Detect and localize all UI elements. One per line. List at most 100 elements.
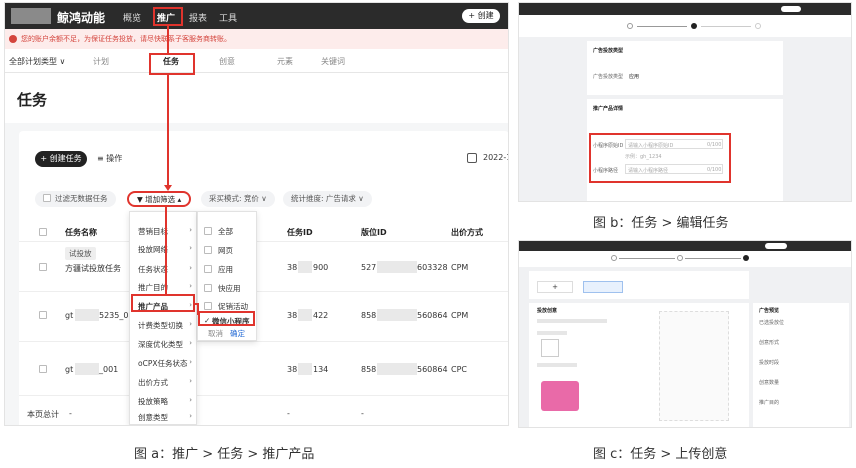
- filter-no-data-label: 过滤无数据任务: [55, 194, 108, 203]
- add-filter-button[interactable]: ▼ 增加筛选 ▴: [127, 191, 192, 207]
- section-creative: 投放创意: [537, 308, 558, 314]
- redacted-mask: [377, 261, 417, 273]
- header-slot-id: 版位ID: [361, 228, 387, 237]
- task-name-suffix[interactable]: _001: [99, 365, 118, 374]
- date-range[interactable]: 2022-12: [483, 153, 508, 162]
- menu-item[interactable]: 计费类型切换: [138, 320, 183, 331]
- arrow-line: [197, 303, 199, 315]
- stat-dimension-filter[interactable]: 统计维度: 广告请求 ∨: [283, 191, 372, 207]
- redacted-mask: [377, 309, 417, 321]
- option-checkbox[interactable]: [204, 284, 212, 292]
- option-checkbox[interactable]: [204, 246, 212, 254]
- menu-item[interactable]: 投放网络: [138, 244, 168, 255]
- bid-method: CPC: [451, 365, 467, 374]
- slot-id-prefix: 527: [361, 263, 377, 272]
- task-name-prefix[interactable]: gt: [65, 311, 73, 320]
- divider: [19, 341, 508, 342]
- page-title: 任务: [17, 91, 48, 109]
- chevron-right-icon: ›: [189, 282, 192, 290]
- caption-b: 图 b：任务 > 编辑任务: [593, 216, 729, 231]
- tab-keyword[interactable]: 关键词: [321, 56, 345, 67]
- menu-item[interactable]: 投放策略: [138, 396, 168, 407]
- plan-type-filter[interactable]: 全部计划类型 ∨: [9, 56, 65, 67]
- preview-item: 创意形式: [759, 340, 780, 346]
- preview-item: 推广目的: [759, 400, 780, 406]
- task-id-prefix: 38: [287, 365, 298, 374]
- highlight-promoted-product: [131, 294, 195, 312]
- redacted-mask: [377, 363, 417, 375]
- nav-reports[interactable]: 报表: [189, 11, 207, 24]
- tab-creative[interactable]: 创意: [219, 56, 235, 67]
- miniprogram-id-placeholder: 请输入小程序原始ID: [628, 143, 674, 149]
- option-webpage[interactable]: 网页: [218, 245, 233, 256]
- miniprogram-path-placeholder: 请输入小程序路径: [628, 168, 669, 174]
- highlight-nav-promotion: [153, 7, 183, 26]
- filter-field-menu: 营销目标 › 投放网络 › 任务状态 › 推广目的 › 推广产品 › 计费类型切换 › 深度…: [129, 211, 197, 425]
- slot-id-suffix: 560864: [417, 365, 448, 374]
- uploaded-image-thumbnail[interactable]: [541, 381, 579, 411]
- total-dash: -: [69, 409, 72, 418]
- option-checkbox[interactable]: [204, 265, 212, 273]
- menu-item[interactable]: 营销目标: [138, 226, 168, 237]
- menu-item[interactable]: 创意类型: [138, 412, 168, 423]
- menu-item[interactable]: 深度优化类型: [138, 339, 183, 350]
- slot-id-suffix: 560864: [417, 311, 448, 320]
- slot-id-prefix: 858: [361, 311, 377, 320]
- create-task-button[interactable]: + 创建任务: [35, 151, 87, 167]
- filter-no-data[interactable]: 过滤无数据任务: [35, 191, 116, 207]
- buy-mode-filter[interactable]: 采买模式: 竞价 ∨: [201, 191, 275, 207]
- option-quick-app[interactable]: 快应用: [218, 283, 241, 294]
- step-icon: [743, 255, 749, 261]
- mini-top-bar: [519, 241, 851, 251]
- step-line: [619, 258, 675, 259]
- select-all-checkbox[interactable]: [39, 228, 47, 236]
- miniprogram-path-count: 0/100: [707, 167, 722, 173]
- task-id-suffix: 900: [313, 263, 329, 272]
- option-checkbox[interactable]: [204, 302, 212, 310]
- task-id-prefix: 38: [287, 311, 298, 320]
- chevron-right-icon: ›: [189, 377, 192, 385]
- arrow-line: [167, 26, 169, 54]
- total-dash: -: [287, 409, 290, 418]
- menu-item[interactable]: 出价方式: [138, 377, 168, 388]
- tab-plan[interactable]: 计划: [93, 56, 109, 67]
- app-logo: [11, 8, 51, 24]
- option-all[interactable]: 全部: [218, 226, 233, 237]
- confirm-button[interactable]: 确定: [230, 328, 245, 339]
- row-checkbox[interactable]: [39, 263, 47, 271]
- trial-tag: 试投放: [65, 247, 96, 260]
- arrow-line: [167, 75, 169, 189]
- row-checkbox[interactable]: [39, 365, 47, 373]
- nav-overview[interactable]: 概览: [123, 11, 141, 24]
- preview-title: 广告预览: [759, 308, 780, 314]
- header-bid-method: 出价方式: [451, 228, 483, 237]
- bid-method: CPM: [451, 263, 469, 272]
- tab-element[interactable]: 元素: [277, 56, 293, 67]
- menu-item[interactable]: 推广目的: [138, 282, 168, 293]
- row-checkbox[interactable]: [39, 311, 47, 319]
- option-app[interactable]: 应用: [218, 264, 233, 275]
- step-icon: [691, 23, 697, 29]
- operate-button[interactable]: ≡ 操作: [97, 153, 122, 164]
- arrow-head-icon: [164, 185, 172, 191]
- chevron-right-icon: ›: [189, 320, 192, 328]
- redacted-mask: [298, 261, 312, 273]
- preview-item: 已选投放位: [759, 320, 785, 326]
- task-name[interactable]: 方疆试投放任务: [65, 263, 121, 274]
- add-creative-button[interactable]: +: [537, 281, 573, 293]
- calendar-icon: [467, 153, 477, 163]
- highlight-tab-task: [149, 53, 195, 75]
- creative-tab[interactable]: [583, 281, 623, 293]
- option-checkbox[interactable]: [204, 227, 212, 235]
- menu-item[interactable]: oCPX任务状态: [138, 358, 188, 369]
- step-line: [637, 26, 687, 27]
- image-placeholder[interactable]: [541, 339, 559, 357]
- nav-tools[interactable]: 工具: [219, 11, 237, 24]
- chevron-right-icon: ›: [189, 244, 192, 252]
- task-name-prefix[interactable]: gt: [65, 365, 73, 374]
- total-dash: -: [361, 409, 364, 418]
- checkbox[interactable]: [43, 194, 51, 202]
- cancel-button[interactable]: 取消: [208, 328, 223, 339]
- create-button[interactable]: + 创建: [462, 9, 500, 23]
- menu-item[interactable]: 任务状态: [138, 264, 168, 275]
